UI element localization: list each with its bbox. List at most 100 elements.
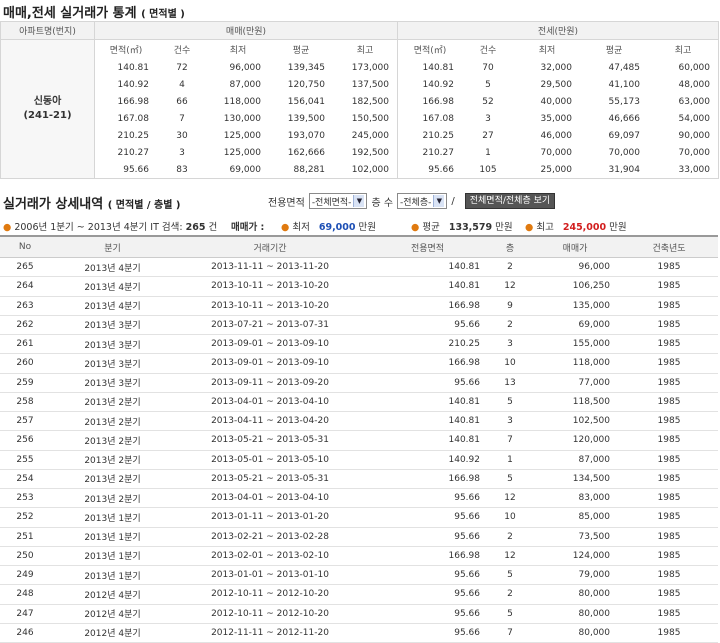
- avg-value: 133,579: [448, 222, 493, 233]
- summary-min: ● 최저 69,000 만원: [281, 219, 376, 233]
- detail-cell: 258: [0, 392, 50, 413]
- detail-cell: 120,000: [530, 430, 620, 451]
- table-row: 265 2013년 4분기 2013-11-11 ~ 2013-11-20 140.8…: [0, 257, 718, 278]
- sale-cell: 면적(㎡) 건수 최저 평균 최고 140.81 72 96,000 139,345 173,0…: [94, 39, 398, 179]
- jeonse-row: 210.27 1 70,000 70,000 70,000: [398, 144, 718, 161]
- detail-cell: 250: [0, 546, 50, 567]
- sale-cell: 167.08: [117, 113, 150, 124]
- sale-cell: 125,000: [223, 147, 261, 158]
- table-row: 258 2013년 2분기 2013-04-01 ~ 2013-04-10 140.8…: [0, 392, 718, 413]
- sale-cell: 4: [179, 79, 185, 90]
- sale-cell: 140.81: [117, 62, 150, 73]
- jeonse-cell: 1: [485, 147, 491, 158]
- detail-cell: 7: [490, 623, 530, 643]
- detail-cell: 13: [490, 373, 530, 393]
- detail-cell: 140.81: [365, 257, 490, 278]
- stats-table: 아파트명(번지) 매매(만원) 전세(만원) 신동아 (241-21) 면적(㎡…: [0, 21, 719, 179]
- detail-cell: 69,000: [530, 315, 620, 336]
- detail-cell: 1985: [620, 527, 718, 547]
- detail-cell: 2013-10-11 ~ 2013-10-20: [175, 296, 365, 316]
- detail-cell: 2013-07-21 ~ 2013-07-31: [175, 315, 365, 336]
- sale-col-header: 최고: [356, 46, 374, 56]
- sale-cell: 182,500: [351, 96, 389, 107]
- sale-row: 140.92 4 87,000 120,750 137,500: [95, 76, 397, 93]
- jeonse-cell: 167.08: [422, 113, 455, 124]
- sale-cell: 102,000: [351, 164, 389, 175]
- detail-cell: 2013-05-21 ~ 2013-05-31: [175, 469, 365, 490]
- detail-cell: 2013년 2분기: [50, 392, 175, 413]
- jeonse-cell: 210.25: [422, 130, 455, 141]
- detail-cell: 2013년 3분기: [50, 353, 175, 374]
- area-select[interactable]: -전체면적- ▼: [308, 193, 368, 209]
- sale-col-header: 최저: [229, 46, 247, 56]
- jeonse-cell: 32,000: [540, 62, 573, 73]
- table-row: 263 2013년 4분기 2013-10-11 ~ 2013-10-20 166.9…: [0, 296, 718, 316]
- sale-col-header: 평균: [292, 46, 310, 56]
- sale-cell: 30: [176, 130, 188, 141]
- table-row: 257 2013년 2분기 2013-04-11 ~ 2013-04-20 140.8…: [0, 411, 718, 432]
- detail-cell: 1985: [620, 546, 718, 567]
- detail-cell: 2012-10-11 ~ 2012-10-20: [175, 584, 365, 605]
- floor-select-value: -전체층-: [400, 197, 432, 208]
- detail-cell: 248: [0, 584, 50, 605]
- jeonse-cell: 95.66: [428, 164, 454, 175]
- sale-cell: 66: [176, 96, 188, 107]
- detail-cell: 254: [0, 469, 50, 490]
- sale-cell: 139,345: [287, 62, 325, 73]
- detail-cell: 2012년 4분기: [50, 604, 175, 624]
- sale-col-header: 면적(㎡): [109, 46, 143, 56]
- detail-cell: 95.66: [365, 527, 490, 547]
- summary-max: ● 최고 245,000 만원: [525, 219, 627, 233]
- sale-cell: 120,750: [287, 79, 325, 90]
- sale-row: 167.08 7 130,000 139,500 150,500: [95, 110, 397, 127]
- table-row: 264 2013년 4분기 2013-10-11 ~ 2013-10-20 140.8…: [0, 276, 718, 297]
- floor-select[interactable]: -전체층- ▼: [397, 193, 448, 209]
- detail-col-header: 전용면적: [365, 236, 490, 258]
- avg-label: 평균: [422, 222, 440, 233]
- view-all-button[interactable]: 전체면적/전체층 보기: [464, 193, 556, 209]
- table-row: 246 2012년 4분기 2012-11-11 ~ 2012-11-20 95.66…: [0, 623, 718, 643]
- jeonse-cell: 69,097: [608, 130, 641, 141]
- detail-cell: 135,000: [530, 296, 620, 316]
- header-sale: 매매(만원): [94, 21, 398, 40]
- table-row: 262 2013년 3분기 2013-07-21 ~ 2013-07-31 95.66…: [0, 315, 718, 336]
- detail-cell: 2013년 3분기: [50, 334, 175, 355]
- result-count: 265: [185, 222, 206, 233]
- sale-cell: 192,500: [351, 147, 389, 158]
- detail-cell: 134,500: [530, 469, 620, 490]
- detail-cell: 95.66: [365, 623, 490, 643]
- detail-cell: 2012-10-11 ~ 2012-10-20: [175, 604, 365, 624]
- detail-cell: 2013년 2분기: [50, 469, 175, 490]
- detail-cell: 12: [490, 488, 530, 509]
- bullet-icon: ●: [281, 222, 290, 233]
- table-row: 255 2013년 2분기 2013-05-01 ~ 2013-05-10 140.9…: [0, 450, 718, 470]
- sale-cell: 245,000: [351, 130, 389, 141]
- jeonse-cell: 35,000: [540, 113, 573, 124]
- sale-cell: 156,041: [287, 96, 325, 107]
- jeonse-cell: 3: [485, 113, 491, 124]
- detail-cell: 1985: [620, 623, 718, 643]
- apt-cell: 신동아 (241-21): [0, 39, 95, 179]
- detail-cell: 256: [0, 430, 50, 451]
- area-select-value: -전체면적-: [311, 197, 352, 208]
- detail-cell: 259: [0, 373, 50, 393]
- detail-cell: 1: [490, 450, 530, 470]
- detail-cell: 118,000: [530, 353, 620, 374]
- table-row: 252 2013년 1분기 2013-01-11 ~ 2013-01-20 95.66…: [0, 507, 718, 528]
- detail-cell: 7: [490, 430, 530, 451]
- detail-cell: 2013-09-01 ~ 2013-09-10: [175, 353, 365, 374]
- stats-title-main: 매매,전세 실거래가 통계: [3, 6, 137, 21]
- max-unit: 만원: [609, 222, 627, 233]
- area-label: 전용면적: [268, 197, 305, 209]
- jeonse-cell: 70,000: [678, 147, 711, 158]
- max-label: 최고: [536, 222, 554, 233]
- bullet-icon: ●: [411, 222, 420, 233]
- sale-cell: 140.92: [117, 79, 150, 90]
- jeonse-col-header: 면적(㎡): [413, 46, 447, 56]
- detail-cell: 79,000: [530, 565, 620, 586]
- detail-cell: 96,000: [530, 257, 620, 278]
- detail-cell: 118,500: [530, 392, 620, 413]
- detail-cell: 2012년 4분기: [50, 623, 175, 643]
- detail-cell: 77,000: [530, 373, 620, 393]
- detail-cell: 1985: [620, 488, 718, 509]
